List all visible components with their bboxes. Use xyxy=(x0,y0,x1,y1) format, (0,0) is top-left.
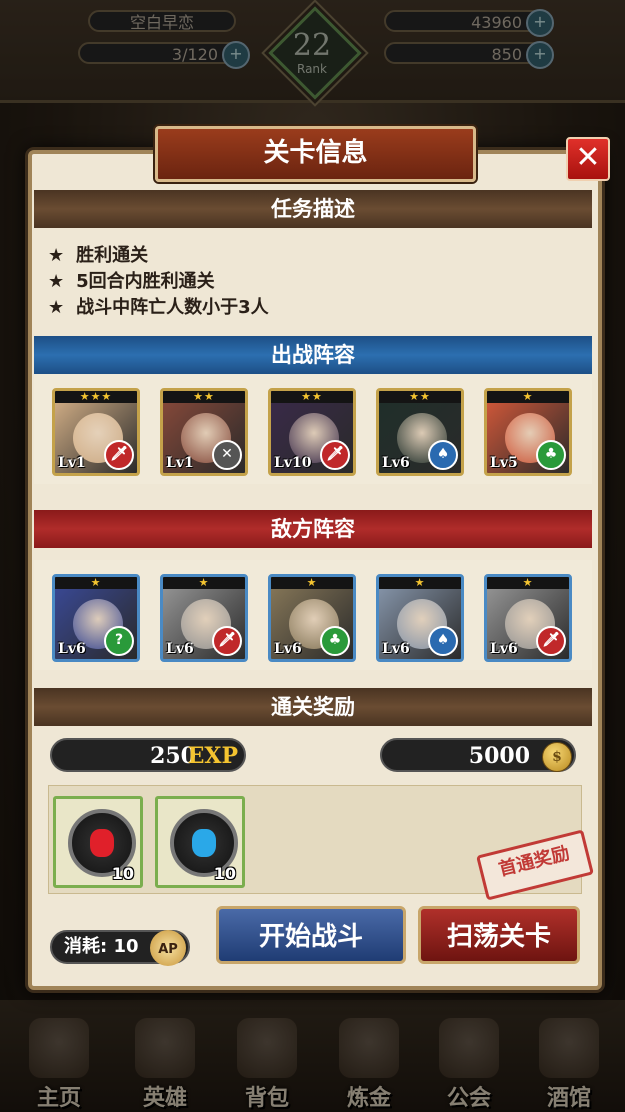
task-text: 战斗中阵亡人数小于3人 xyxy=(76,297,269,318)
level-label: Lv5 xyxy=(490,455,518,471)
gold-reward-value: 5000 xyxy=(468,743,530,769)
star-icon: ★ xyxy=(48,297,65,318)
enemy-unit-portrait[interactable]: ★ Lv6 ♣ xyxy=(268,574,356,662)
sword-icon: 🗡 xyxy=(536,626,566,656)
sword-icon: 🗡 xyxy=(104,440,134,470)
axe-icon: ♣ xyxy=(536,440,566,470)
section-reward: 通关奖励 xyxy=(34,688,592,726)
star-rating: ★★ xyxy=(271,391,353,403)
level-label: Lv6 xyxy=(58,641,86,657)
section-team: 出战阵容 xyxy=(34,336,592,374)
dialog-title-wrap: 关卡信息 xyxy=(155,126,476,182)
team-lineup: ★★★ Lv1 🗡 ★★ Lv1 ✕ ★★ Lv10 🗡 ★★ Lv6 ♠ ★ Lv5 ♣ xyxy=(34,374,592,484)
section-mission: 任务描述 xyxy=(34,190,592,228)
level-label: Lv6 xyxy=(274,641,302,657)
star-rating: ★ xyxy=(55,577,137,589)
spear-icon: ♠ xyxy=(428,440,458,470)
task-item: ★ 战斗中阵亡人数小于3人 xyxy=(48,295,269,321)
star-rating: ★ xyxy=(487,577,569,589)
star-rating: ★ xyxy=(163,577,245,589)
enemy-unit-portrait[interactable]: ★ Lv6 🗡 xyxy=(484,574,572,662)
level-label: Lv1 xyxy=(166,455,194,471)
star-rating: ★★★ xyxy=(55,391,137,403)
reward-item[interactable]: 10 xyxy=(155,796,245,888)
ap-icon: AP xyxy=(150,930,186,966)
coin-icon: $ xyxy=(542,742,572,772)
star-rating: ★★ xyxy=(163,391,245,403)
enemy-unit-portrait[interactable]: ★ Lv6? xyxy=(52,574,140,662)
star-icon: ★ xyxy=(48,245,65,266)
gold-reward: 5000 $ xyxy=(380,738,576,772)
enemy-unit-portrait[interactable]: ★ Lv6 ♠ xyxy=(376,574,464,662)
team-hero-portrait[interactable]: ★★ Lv6 ♠ xyxy=(376,388,464,476)
star-rating: ★ xyxy=(271,577,353,589)
task-list: ★ 胜利通关 ★ 5回合内胜利通关 ★ 战斗中阵亡人数小于3人 xyxy=(48,243,269,321)
star-icon: ★ xyxy=(48,271,65,292)
exp-unit: EXP xyxy=(187,743,238,769)
level-label: Lv6 xyxy=(382,455,410,471)
reward-item[interactable]: 10 xyxy=(53,796,143,888)
item-count: 10 xyxy=(111,864,134,883)
enemy-unit-portrait[interactable]: ★ Lv6 🗡 xyxy=(160,574,248,662)
star-rating: ★ xyxy=(487,391,569,403)
sword-icon: 🗡 xyxy=(212,626,242,656)
level-label: Lv1 xyxy=(58,455,86,471)
cost-label: 消耗: xyxy=(64,936,108,957)
section-enemy: 敌方阵容 xyxy=(34,510,592,548)
staff-icon: ? xyxy=(104,626,134,656)
star-rating: ★★ xyxy=(379,391,461,403)
task-item: ★ 5回合内胜利通关 xyxy=(48,269,269,295)
level-label: Lv6 xyxy=(490,641,518,657)
sword-icon: 🗡 xyxy=(320,440,350,470)
task-text: 5回合内胜利通关 xyxy=(76,271,215,292)
sweep-stage-button[interactable]: 扫荡关卡 xyxy=(418,906,580,964)
ap-cost: 消耗: 10 AP xyxy=(50,930,190,966)
enemy-lineup: ★ Lv6? ★ Lv6 🗡 ★ Lv6 ♣ ★ Lv6 ♠ ★ Lv6 🗡 xyxy=(34,560,592,670)
axe-icon: ♣ xyxy=(320,626,350,656)
task-item: ★ 胜利通关 xyxy=(48,243,269,269)
close-button[interactable]: ✕ xyxy=(566,137,610,181)
level-label: Lv6 xyxy=(382,641,410,657)
dialog-title: 关卡信息 xyxy=(155,126,476,182)
team-hero-portrait[interactable]: ★★ Lv1 ✕ xyxy=(160,388,248,476)
star-rating: ★ xyxy=(379,577,461,589)
team-hero-portrait[interactable]: ★ Lv5 ♣ xyxy=(484,388,572,476)
team-hero-portrait[interactable]: ★★★ Lv1 🗡 xyxy=(52,388,140,476)
bow-icon: ✕ xyxy=(212,440,242,470)
level-label: Lv6 xyxy=(166,641,194,657)
item-count: 10 xyxy=(213,864,236,883)
team-hero-portrait[interactable]: ★★ Lv10 🗡 xyxy=(268,388,356,476)
start-battle-button[interactable]: 开始战斗 xyxy=(216,906,406,964)
task-text: 胜利通关 xyxy=(76,245,149,266)
spear-icon: ♠ xyxy=(428,626,458,656)
cost-value: 10 xyxy=(113,936,139,957)
level-label: Lv10 xyxy=(274,455,312,471)
exp-reward: 250 EXP xyxy=(50,738,246,772)
